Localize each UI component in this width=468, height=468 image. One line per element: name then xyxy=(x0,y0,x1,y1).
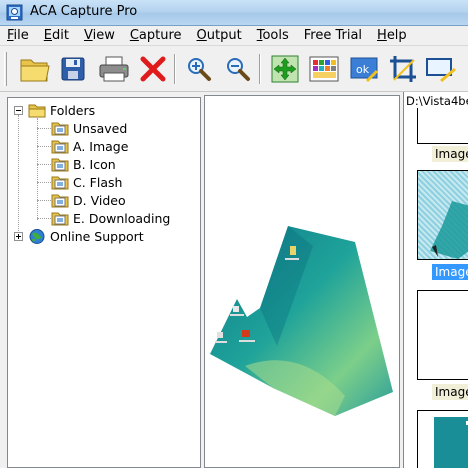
tree-connector xyxy=(37,128,51,129)
delete-icon xyxy=(140,56,166,82)
folder-image-icon xyxy=(51,194,69,207)
folder-image-icon xyxy=(51,140,69,153)
tree-label-downloading: E. Downloading xyxy=(73,210,171,226)
tree-connector xyxy=(37,146,51,147)
title-bar: ACA Capture Pro xyxy=(0,0,468,26)
thumbnail-selected[interactable] xyxy=(417,170,468,260)
menu-bar: File Edit View Capture Output Tools Free… xyxy=(0,26,468,46)
tree-label-video: D. Video xyxy=(73,192,126,208)
toolbar: ok xyxy=(0,46,468,92)
tree-item-video[interactable]: D. Video xyxy=(51,191,126,209)
folder-image-icon xyxy=(51,158,69,171)
tree-item-unsaved[interactable]: Unsaved xyxy=(51,119,127,137)
folder-image-icon xyxy=(51,212,69,225)
move-button[interactable] xyxy=(268,52,302,86)
tree-label-folders: Folders xyxy=(50,102,96,118)
tree-connector xyxy=(37,164,51,165)
folder-icon xyxy=(28,104,46,117)
tree-label-online-support: Online Support xyxy=(50,228,144,244)
tree-item-icon[interactable]: B. Icon xyxy=(51,155,116,173)
tree-label-flash: C. Flash xyxy=(73,174,123,190)
color-palette-icon xyxy=(309,56,339,82)
thumbnail[interactable] xyxy=(417,108,468,144)
folder-image-icon xyxy=(51,176,69,189)
toolbar-separator xyxy=(259,54,261,84)
delete-button[interactable] xyxy=(136,52,170,86)
tree-label-image: A. Image xyxy=(73,138,129,154)
thumbnail[interactable] xyxy=(417,410,468,468)
ok-button[interactable]: ok xyxy=(347,52,381,86)
menu-free-trial[interactable]: Free Trial xyxy=(304,28,362,43)
tree-label-icon: B. Icon xyxy=(73,156,116,172)
menu-output[interactable]: Output xyxy=(197,28,242,43)
zoom-out-button[interactable] xyxy=(221,52,255,86)
window-title: ACA Capture Pro xyxy=(30,4,138,19)
collapse-toggle-folders[interactable] xyxy=(14,106,23,115)
resize-button[interactable] xyxy=(424,52,458,86)
svg-text:ok: ok xyxy=(356,63,370,76)
thumbnail-image xyxy=(434,417,468,468)
print-button[interactable] xyxy=(97,52,131,86)
captured-image-preview xyxy=(210,226,393,416)
globe-icon xyxy=(29,228,45,244)
menu-edit[interactable]: Edit xyxy=(44,28,69,43)
toolbar-separator xyxy=(174,54,176,84)
ok-icon: ok xyxy=(350,57,379,83)
tree-connector xyxy=(18,115,19,237)
print-icon xyxy=(99,56,129,82)
tree-item-downloading[interactable]: E. Downloading xyxy=(51,209,170,227)
thumbnail-label[interactable]: Image xyxy=(432,146,468,162)
resize-icon xyxy=(426,58,456,83)
toolbar-grip[interactable] xyxy=(4,52,7,86)
folder-image-icon xyxy=(51,122,69,135)
zoom-in-icon xyxy=(188,58,211,81)
zoom-out-icon xyxy=(227,58,250,81)
menu-view[interactable]: View xyxy=(84,28,115,43)
menu-tools[interactable]: Tools xyxy=(257,28,289,43)
tree-connector xyxy=(37,218,51,219)
tree-item-image[interactable]: A. Image xyxy=(51,137,128,155)
thumbnail-label[interactable]: Image xyxy=(432,384,468,400)
tree-item-flash[interactable]: C. Flash xyxy=(51,173,122,191)
crop-icon xyxy=(390,56,416,82)
thumbnail-label-selected[interactable]: Image xyxy=(432,264,468,280)
tree-label-unsaved: Unsaved xyxy=(73,120,128,136)
folder-path: D:\Vista4beg xyxy=(406,94,468,108)
open-folder-icon xyxy=(20,59,50,82)
tree-connector xyxy=(37,200,51,201)
app-icon xyxy=(6,4,23,21)
image-preview[interactable] xyxy=(204,95,400,468)
tree-connector xyxy=(37,182,51,183)
thumbnail[interactable] xyxy=(417,290,468,380)
thumbnail-image xyxy=(430,201,468,259)
thumbnail-list[interactable]: D:\Vista4beg Image Image Image xyxy=(403,92,468,468)
menu-help[interactable]: Help xyxy=(377,28,407,43)
save-button[interactable] xyxy=(56,52,90,86)
menu-file[interactable]: File xyxy=(7,28,29,43)
folder-tree[interactable]: Folders Unsaved A. Image B. Icon C. Flas… xyxy=(7,97,201,468)
open-folder-button[interactable] xyxy=(18,52,52,86)
move-icon xyxy=(271,55,299,83)
tree-item-folders[interactable]: Folders xyxy=(28,101,95,119)
expand-toggle-online-support[interactable] xyxy=(14,232,23,241)
color-palette-button[interactable] xyxy=(307,52,341,86)
tree-item-online-support[interactable]: Online Support xyxy=(28,227,144,245)
crop-button[interactable] xyxy=(386,52,420,86)
menu-capture[interactable]: Capture xyxy=(130,28,182,43)
save-icon xyxy=(61,57,85,81)
tree-connector xyxy=(37,118,38,220)
zoom-in-button[interactable] xyxy=(182,52,216,86)
